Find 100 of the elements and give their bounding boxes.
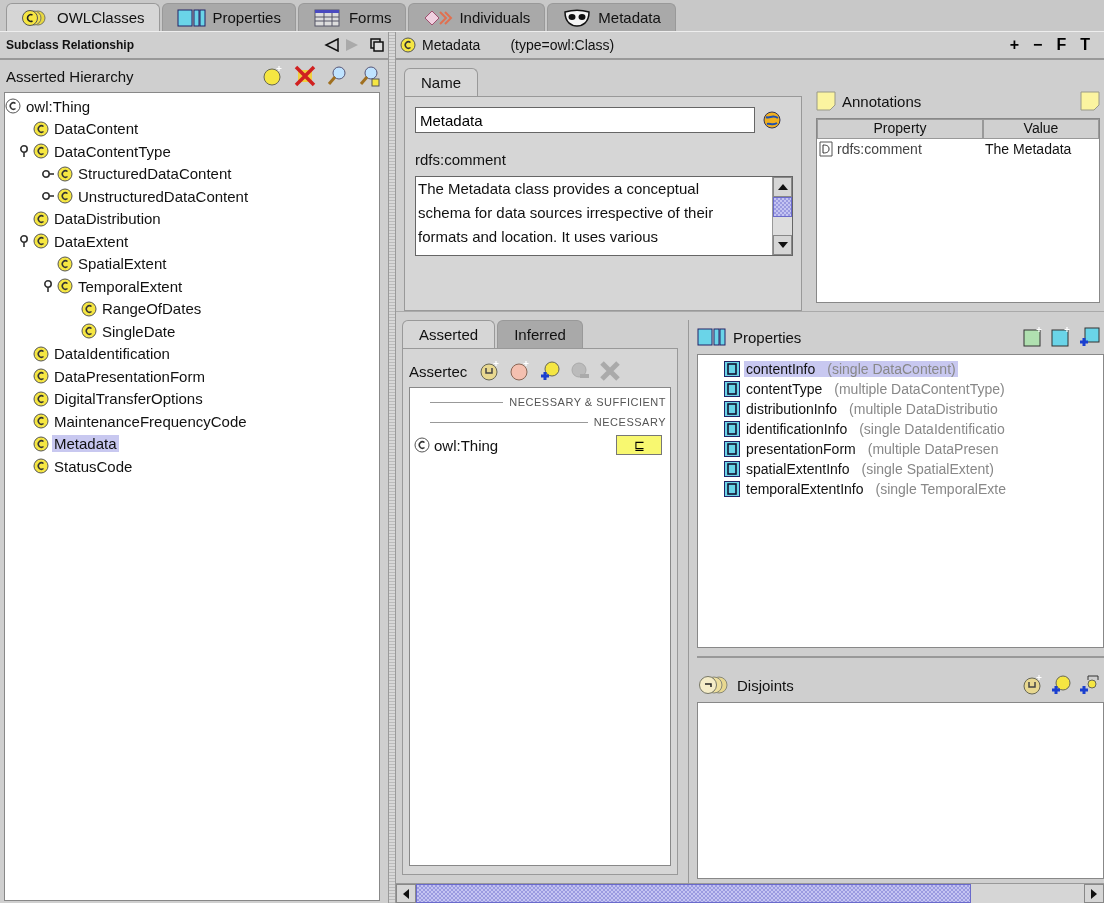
tab[interactable]: Forms [297,3,407,31]
property-bars-icon [176,8,207,27]
disjoint-stack-icon [697,675,731,695]
class-icon [81,300,97,317]
tree-item[interactable]: SingleDate [100,322,178,340]
back-arrow-icon[interactable] [324,38,340,52]
property-icon [724,421,740,437]
tab[interactable]: Individuals [408,3,546,31]
property-icon [724,401,740,417]
tree-item[interactable]: StructuredDataContent [76,165,234,183]
property-icon [724,481,740,497]
search-class-icon[interactable] [358,65,380,87]
tree-item[interactable]: UnstructuredDataContent [76,187,251,205]
tab[interactable]: OWLClasses [6,3,160,31]
class-icon [57,255,73,272]
property-item[interactable]: distributionInfo (multiple DataDistributio [744,401,1000,417]
expand-handle-icon[interactable] [19,145,29,158]
delete-icon[interactable] [294,65,316,87]
property-item[interactable]: temporalExtentInfo (single TemporalExte [744,481,1008,497]
add-class-icon[interactable] [1050,674,1072,696]
tree-item[interactable]: SpatialExtent [76,255,169,273]
class-icon [33,435,49,452]
tree-item[interactable]: DataIdentification [52,345,172,363]
property-item[interactable]: contentInfo (single DataContent) [744,361,958,377]
globe-icon[interactable] [763,111,781,129]
tree-item[interactable]: DataContent [52,120,141,138]
class-icon [33,120,49,137]
restriction-icon[interactable] [509,360,531,382]
expand-handle-icon[interactable] [19,235,29,248]
property-item[interactable]: spatialExtentInfo (single SpatialExtent) [744,461,996,477]
class-icon [33,345,49,362]
scroll-down-icon[interactable] [777,242,788,248]
name-tab[interactable]: Name [404,68,478,96]
tree-item[interactable]: DigitalTransferOptions [52,390,205,408]
disjoints-title: Disjoints [737,676,795,694]
properties-title: Properties [733,328,803,346]
scroll-up-icon[interactable] [777,184,788,190]
class-icon [57,278,73,295]
class-icon [33,413,49,430]
table-cell-text: The Metadata [984,141,1073,157]
scroll-thumb[interactable] [416,884,971,903]
tree-item[interactable]: DataDistribution [52,210,163,228]
subclass-marker[interactable]: ⊑ [616,435,662,455]
expand-handle-icon[interactable] [43,280,53,293]
class-name: Metadata [422,37,481,53]
tree-item[interactable]: Metadata [52,435,119,453]
tree-item[interactable]: MaintenanceFrequencyCode [52,412,249,430]
tab[interactable]: Inferred [497,320,583,348]
property-icon [724,441,740,457]
tree-item[interactable]: TemporalExtent [76,277,185,295]
tree-item[interactable]: DataContentType [52,142,173,160]
header-action[interactable]: + [1005,36,1024,54]
add-hierarchy-icon[interactable] [1078,674,1100,696]
class-icon [81,323,97,340]
property-icon [724,461,740,477]
collapse-handle-icon[interactable] [42,168,54,179]
property-item[interactable]: contentType (multiple DataContentType) [744,381,1007,397]
name-field[interactable]: Metadata [415,107,755,133]
page-icon [819,141,833,157]
property-icon [724,381,740,397]
union-icon[interactable] [1022,674,1044,696]
property-item[interactable]: presentationForm (multiple DataPresen [744,441,1001,457]
search-icon[interactable] [326,65,348,87]
union-icon[interactable] [479,360,501,382]
header-action[interactable]: F [1052,36,1071,54]
form-grid-icon [312,8,343,27]
annotations-title: Annotations [842,92,923,110]
diamond-arrow-icon [423,8,454,27]
comment-label: rdfs:comment [415,151,507,168]
collapse-handle-icon[interactable] [42,191,54,202]
window-icon[interactable] [370,38,384,52]
create-class-icon[interactable] [262,65,284,87]
scroll-right-icon[interactable] [1091,888,1097,899]
condition-item[interactable]: owl:Thing [434,436,612,454]
tree-item[interactable]: DataPresentationForm [52,367,207,385]
column-header[interactable]: Value [983,119,1099,139]
add-property-icon[interactable] [1078,326,1100,348]
column-header[interactable]: Property [817,119,983,139]
object-property-icon[interactable] [1050,326,1072,348]
scroll-thumb[interactable] [773,197,792,217]
class-icon [33,233,49,250]
add-class-icon[interactable] [539,360,561,382]
datatype-property-icon[interactable] [1022,326,1044,348]
panel-header: Subclass Relationship [6,38,136,52]
tree-item[interactable]: owl:Thing [24,97,93,115]
section-label: NECESSARY & SUFFICIENT [509,396,666,408]
tab[interactable]: Properties [161,3,296,31]
tab[interactable]: Asserted [402,320,496,348]
header-action[interactable]: T [1076,36,1094,54]
class-icon [400,37,416,53]
class-type: (type=owl:Class) [510,37,616,53]
property-item[interactable]: identificationInfo (single DataIdentificatio [744,421,1007,437]
tab[interactable]: Metadata [547,3,676,31]
tree-item[interactable]: DataExtent [52,232,131,250]
tree-item[interactable]: RangeOfDates [100,300,204,318]
table-cell: rdfs:comment [837,141,922,157]
header-action[interactable]: − [1029,36,1047,54]
scroll-left-icon[interactable] [403,888,409,899]
note-icon [816,91,836,111]
tree-item[interactable]: StatusCode [52,457,135,475]
